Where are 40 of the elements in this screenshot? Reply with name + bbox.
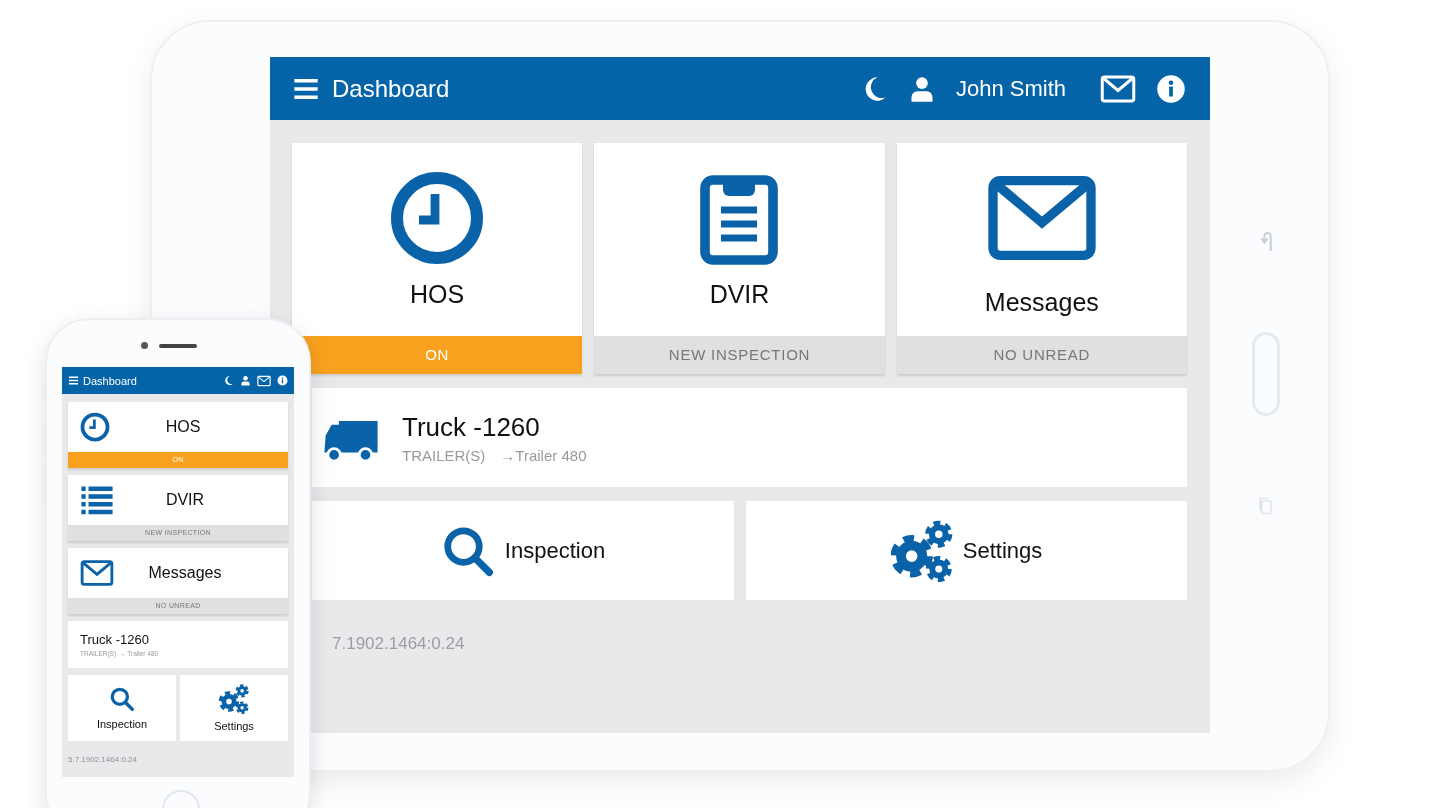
dashboard-tile[interactable]: DVIR NEW INSPECTION: [594, 143, 885, 374]
version-text: 5.7.1902.1464:0.24: [68, 754, 138, 764]
back-arrow-icon[interactable]: [1260, 232, 1272, 252]
moon-icon: [223, 375, 234, 386]
trailers-label: TRAILER(S): [402, 446, 486, 464]
gears-icon: [890, 519, 953, 582]
user-icon: [240, 375, 251, 386]
gears-icon: [219, 684, 249, 714]
camera-dot: [141, 342, 148, 349]
user-name[interactable]: John Smith: [955, 75, 1066, 102]
tile-status: NEW INSPECTION: [594, 336, 885, 374]
clock-icon: [80, 412, 110, 442]
search-icon: [109, 686, 135, 712]
settings-button[interactable]: Settings: [180, 675, 288, 741]
tile-status: NO UNREAD: [896, 336, 1187, 374]
vehicle-name: Truck -1260: [80, 632, 150, 647]
version-text: 7.1902.1464:0.24: [331, 633, 466, 654]
speaker-slot: [159, 344, 197, 348]
tile-title: Messages: [147, 564, 223, 582]
tile-title: Messages: [984, 288, 1099, 317]
vehicle-card[interactable]: Truck -1260 TRAILER(S) →Trailer 480: [312, 388, 1187, 487]
settings-button[interactable]: Settings: [746, 501, 1187, 600]
trailer-name: →Trailer 480: [500, 446, 587, 464]
dashboard-tile[interactable]: HOS ON: [292, 143, 583, 374]
header-title: Dashboard: [83, 374, 138, 387]
tile-title: HOS: [410, 280, 465, 309]
inspection-button[interactable]: Inspection: [68, 675, 176, 741]
info-icon: [1156, 73, 1186, 104]
dashboard-tile[interactable]: Messages NO UNREAD: [896, 143, 1187, 374]
menu-icon: [68, 375, 79, 386]
list-icon: [80, 483, 114, 517]
header-title: Dashboard: [332, 74, 451, 103]
info-icon: [277, 375, 288, 386]
vehicle-name: Truck -1260: [402, 411, 541, 443]
tile-title: HOS: [164, 418, 202, 436]
inspection-button[interactable]: Inspection: [312, 501, 734, 600]
tile-title: DVIR: [709, 280, 770, 309]
tile-title: DVIR: [164, 491, 206, 509]
envelope-icon: [257, 373, 271, 388]
clock-icon: [389, 170, 486, 266]
